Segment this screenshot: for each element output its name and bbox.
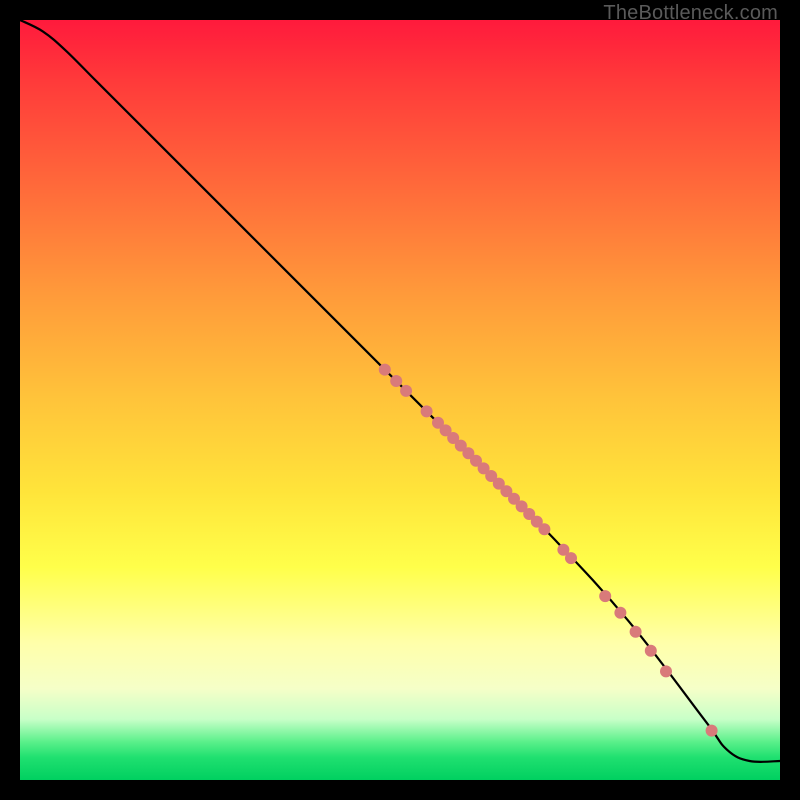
- data-point: [538, 523, 550, 535]
- data-point: [660, 665, 672, 677]
- data-point: [599, 590, 611, 602]
- data-point: [630, 626, 642, 638]
- data-points-group: [379, 364, 718, 737]
- attribution-text: TheBottleneck.com: [603, 2, 778, 25]
- curve-line: [20, 20, 780, 762]
- data-point: [390, 375, 402, 387]
- data-point: [565, 552, 577, 564]
- data-point: [706, 725, 718, 737]
- data-point: [400, 385, 412, 397]
- data-point: [421, 405, 433, 417]
- chart-svg: [20, 20, 780, 780]
- chart-frame: TheBottleneck.com: [0, 0, 800, 800]
- data-point: [614, 607, 626, 619]
- data-point: [379, 364, 391, 376]
- plot-area: [20, 20, 780, 780]
- data-point: [645, 645, 657, 657]
